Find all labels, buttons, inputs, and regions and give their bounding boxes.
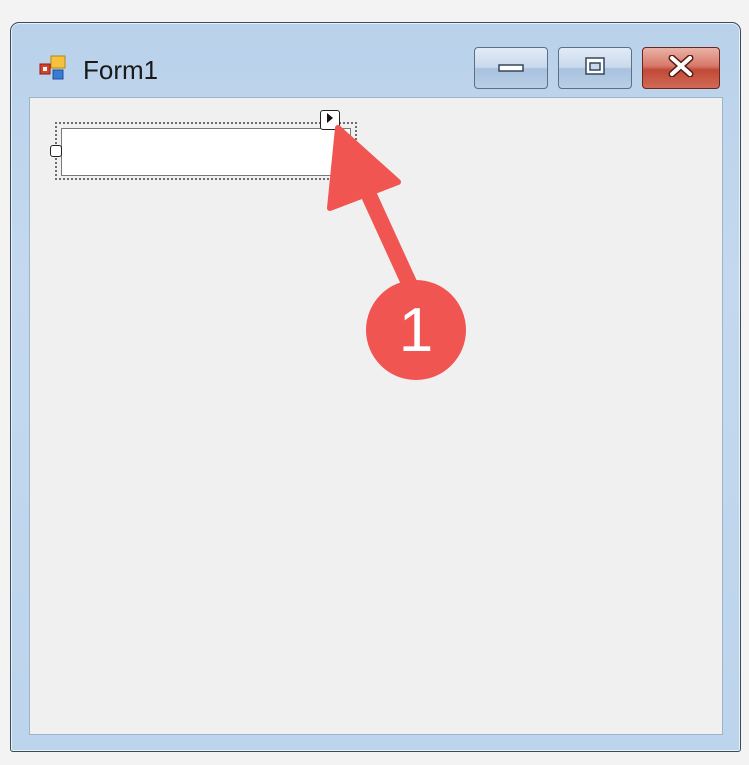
step-number-badge: 1 [366,280,466,380]
step-number-label: 1 [398,295,434,365]
annotation-arrow [327,125,418,293]
